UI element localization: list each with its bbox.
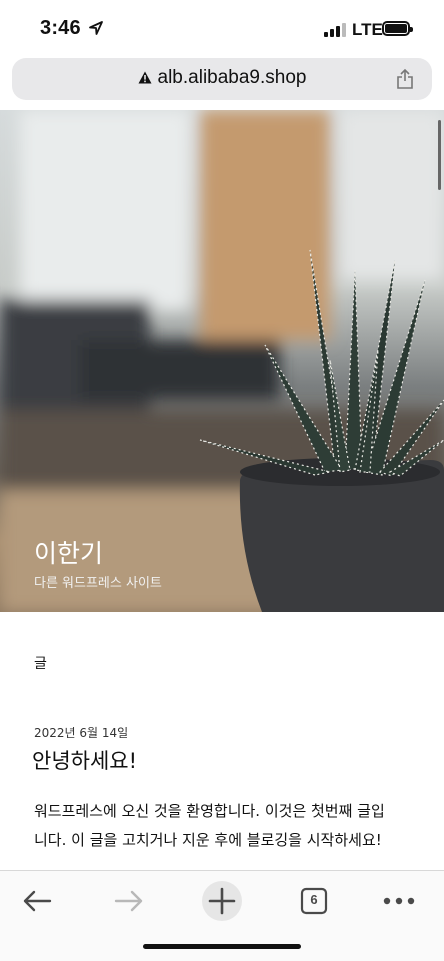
- new-tab-button[interactable]: [200, 879, 244, 923]
- network-type: LTE: [352, 20, 383, 39]
- tabs-count: 6: [310, 892, 318, 907]
- header-image: 이한기 다른 워드프레스 사이트: [0, 110, 444, 612]
- scroll-indicator: [438, 120, 441, 190]
- url-display[interactable]: alb.alibaba9.shop: [12, 67, 432, 89]
- more-button[interactable]: [377, 879, 421, 923]
- not-secure-warning-icon: [138, 71, 152, 84]
- site-tagline: 다른 워드프레스 사이트: [34, 576, 162, 591]
- clock: 3:46: [40, 17, 81, 39]
- battery-icon: [382, 21, 413, 36]
- post-excerpt-line: 니다. 이 글을 고치거나 지운 후에 블로깅을 시작하세요!: [34, 831, 382, 849]
- url-text: alb.alibaba9.shop: [157, 67, 307, 88]
- more-icon: [383, 897, 415, 905]
- location-arrow-icon: [89, 21, 103, 35]
- share-icon[interactable]: [396, 68, 414, 90]
- status-bar: 3:46 LTE: [0, 0, 444, 58]
- plus-icon: [202, 881, 242, 921]
- post-date[interactable]: 2022년 6월 14일: [34, 724, 128, 741]
- back-arrow-icon: [23, 890, 52, 912]
- tabs-button[interactable]: 6: [292, 879, 336, 923]
- forward-button[interactable]: [107, 879, 151, 923]
- post-title[interactable]: 안녕하세요!: [32, 745, 137, 775]
- post-excerpt-line: 워드프레스에 오신 것을 환영합니다. 이것은 첫번째 글입: [34, 802, 385, 820]
- forward-arrow-icon: [114, 890, 143, 912]
- address-bar[interactable]: alb.alibaba9.shop: [12, 58, 432, 100]
- home-indicator[interactable]: [143, 944, 301, 949]
- back-button[interactable]: [15, 879, 59, 923]
- cellular-signal-icon: [324, 23, 346, 37]
- site-title[interactable]: 이한기: [34, 534, 103, 570]
- post-excerpt: 워드프레스에 오신 것을 환영합니다. 이것은 첫번째 글입 니다. 이 글을 …: [34, 797, 414, 855]
- section-heading: 글: [34, 656, 47, 672]
